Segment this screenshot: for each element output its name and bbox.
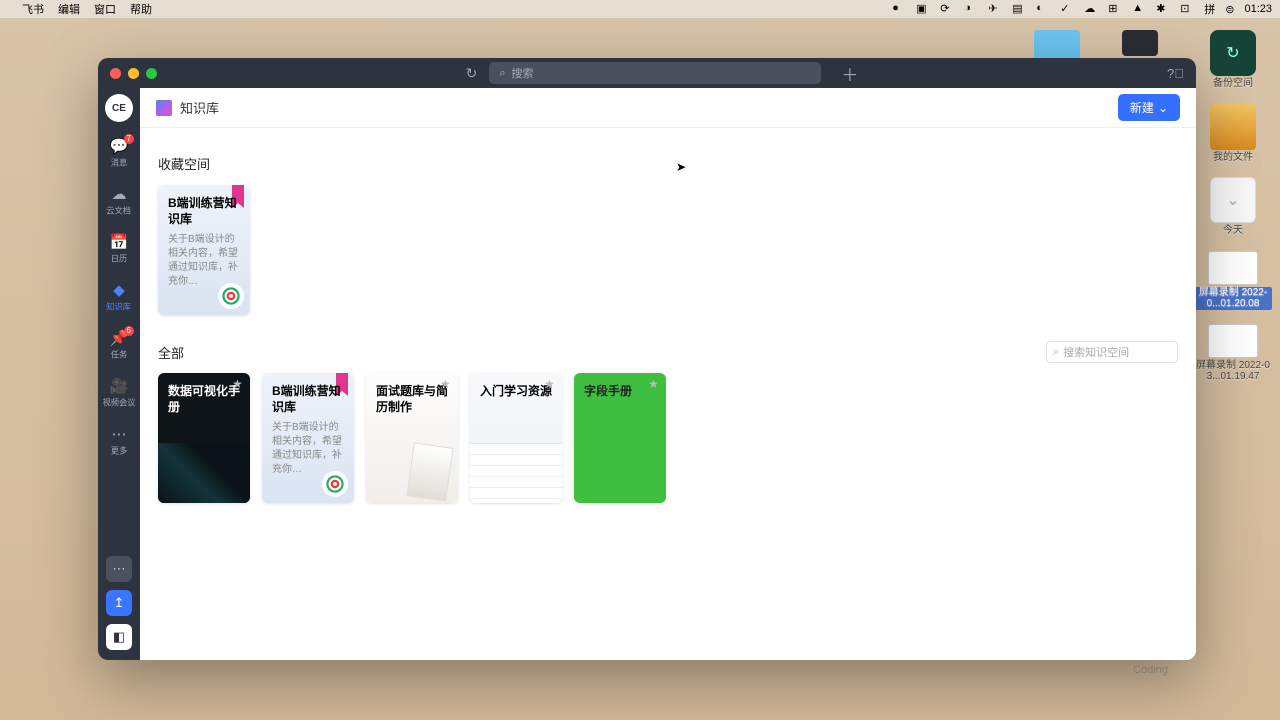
wiki-card[interactable]: ★ 入门学习资源	[470, 373, 562, 503]
macos-menubar: 飞书 编辑 窗口 帮助 ● ▣ ⟳ ◑ ✈ ▤ ◐ ✓ ☁ ⊞ ▲ ✱ ⊡ 拼 …	[0, 0, 1280, 18]
cursor-icon: ➤	[676, 160, 686, 174]
new-tab-button[interactable]: ＋	[841, 61, 858, 86]
minimize-button[interactable]	[128, 68, 139, 79]
wiki-card[interactable]: B端训练营知识库 关于B端设计的相关内容，希望通过知识库，补充你…	[262, 373, 354, 503]
app-sidebar: CE 7 💬 消息 ☁ 云文档 📅 日历 ◆ 知识库 6 📌 任务	[98, 88, 140, 660]
main-header: 知识库 新建 ⌄	[140, 88, 1196, 128]
status-icon[interactable]: ⟳	[940, 2, 954, 16]
menubar-status: ● ▣ ⟳ ◑ ✈ ▤ ◐ ✓ ☁ ⊞ ▲ ✱ ⊡ 拼 ⊜ 01:23	[892, 1, 1272, 17]
status-icon[interactable]: ▣	[916, 2, 930, 16]
status-icon[interactable]: ◐	[1036, 2, 1050, 16]
status-icon[interactable]: ☁	[1084, 2, 1098, 16]
cloud-icon: ☁	[112, 185, 127, 203]
desktop-item-recording2[interactable]: 屏幕录制 2022-03...01.19.47	[1194, 324, 1272, 383]
target-art-icon	[218, 283, 244, 309]
close-button[interactable]	[110, 68, 121, 79]
search-placeholder: 搜索	[512, 65, 534, 81]
status-icon[interactable]: ⊞	[1108, 2, 1122, 16]
control-center-icon[interactable]: ⊜	[1225, 3, 1234, 16]
wiki-card[interactable]: B端训练营知识库 关于B端设计的相关内容，希望通过知识库，补充你…	[158, 185, 250, 315]
wiki-card[interactable]: ★ 字段手册	[574, 373, 666, 503]
desktop-item-mydocs[interactable]: 我的文件	[1194, 104, 1272, 164]
desktop-item-backup[interactable]: ↻ 备份空间	[1194, 30, 1272, 90]
more-icon: ⋯	[112, 425, 127, 443]
app-name[interactable]: 飞书	[22, 1, 44, 17]
status-icon[interactable]: ◑	[964, 2, 978, 16]
status-icon[interactable]: ▤	[1012, 2, 1026, 16]
window-controls	[110, 68, 157, 79]
sidebar-item-meetings[interactable]: 🎥 视频会议	[98, 372, 140, 414]
history-icon[interactable]: ↻	[466, 65, 478, 82]
sidebar-item-more[interactable]: ⋯ 更多	[98, 420, 140, 462]
avatar[interactable]: CE	[105, 94, 133, 122]
all-row: ★ 数据可视化手册 B端训练营知识库 关于B端设计的相关内容，希望通过知识库，补…	[158, 373, 1178, 503]
sidebar-item-docs[interactable]: ☁ 云文档	[98, 180, 140, 222]
sidebar-item-tasks[interactable]: 6 📌 任务	[98, 324, 140, 366]
star-icon[interactable]: ★	[648, 377, 660, 393]
feishu-window: ↻ ⌕ 搜索 ＋ ?⃝ CE 7 💬 消息 ☁ 云文档 📅 日历	[98, 58, 1196, 660]
target-art-icon	[322, 471, 348, 497]
global-search[interactable]: ⌕ 搜索	[489, 62, 821, 84]
status-icon[interactable]: ✓	[1060, 2, 1074, 16]
status-icon[interactable]: ✈	[988, 2, 1002, 16]
sidebar-workspace-button[interactable]: ◧	[106, 624, 132, 650]
desktop-item-recording1[interactable]: 屏幕录制 2022-0...01.20.08	[1194, 251, 1272, 310]
status-icon[interactable]: ⊡	[1180, 2, 1194, 16]
watermark: Coding	[1133, 664, 1168, 676]
new-button[interactable]: 新建 ⌄	[1118, 94, 1180, 121]
star-icon[interactable]: ★	[232, 377, 244, 393]
window-titlebar[interactable]: ↻ ⌕ 搜索 ＋ ?⃝	[98, 58, 1196, 88]
space-search-input[interactable]: ⌕ 搜索知识空间	[1046, 341, 1178, 363]
star-icon[interactable]: ★	[544, 377, 556, 393]
status-icon[interactable]: ✱	[1156, 2, 1170, 16]
calendar-icon: 📅	[110, 233, 129, 251]
desktop-icons: ↻ 备份空间 我的文件 ⌄ 今天 屏幕录制 2022-0...01.20.08 …	[1198, 30, 1268, 383]
search-icon: ⌕	[1053, 346, 1059, 359]
help-icon[interactable]: ?⃝	[1167, 66, 1184, 81]
content-area: 收藏空间 B端训练营知识库 关于B端设计的相关内容，希望通过知识库，补充你… 全…	[140, 128, 1196, 660]
section-all-title: 全部	[158, 343, 184, 362]
section-favorites-title: 收藏空间	[158, 154, 1178, 173]
favorites-row: B端训练营知识库 关于B端设计的相关内容，希望通过知识库，补充你…	[158, 185, 1178, 315]
sidebar-apps-button[interactable]: ⋯	[106, 556, 132, 582]
status-icon[interactable]: ▲	[1132, 2, 1146, 16]
search-icon: ⌕	[499, 67, 505, 80]
wiki-card[interactable]: ★ 面试题库与简历制作	[366, 373, 458, 503]
sidebar-item-calendar[interactable]: 📅 日历	[98, 228, 140, 270]
menu-help[interactable]: 帮助	[130, 1, 152, 17]
wiki-icon: ◆	[113, 281, 125, 299]
star-icon[interactable]: ★	[440, 377, 452, 393]
badge: 6	[124, 326, 134, 336]
menu-window[interactable]: 窗口	[94, 1, 116, 17]
main-panel: 知识库 新建 ⌄ 收藏空间 B端训练营知识库 关于B端设计的相关内容，希望通过知…	[140, 88, 1196, 660]
menubar-clock[interactable]: 01:23	[1244, 3, 1272, 15]
menu-edit[interactable]: 编辑	[58, 1, 80, 17]
sidebar-item-messages[interactable]: 7 💬 消息	[98, 132, 140, 174]
ime-indicator[interactable]: 拼	[1204, 1, 1215, 17]
sidebar-item-wiki[interactable]: ◆ 知识库	[98, 276, 140, 318]
desktop-item-today[interactable]: ⌄ 今天	[1194, 177, 1272, 237]
sidebar-upload-button[interactable]: ↥	[106, 590, 132, 616]
zoom-button[interactable]	[146, 68, 157, 79]
badge: 7	[124, 134, 134, 144]
wiki-card[interactable]: ★ 数据可视化手册	[158, 373, 250, 503]
status-icon[interactable]: ●	[892, 2, 906, 16]
wiki-logo-icon	[156, 100, 172, 116]
desktop-terminal[interactable]	[1122, 30, 1158, 56]
video-icon: 🎥	[110, 377, 129, 395]
chevron-down-icon: ⌄	[1158, 101, 1168, 115]
page-title: 知识库	[180, 98, 219, 117]
